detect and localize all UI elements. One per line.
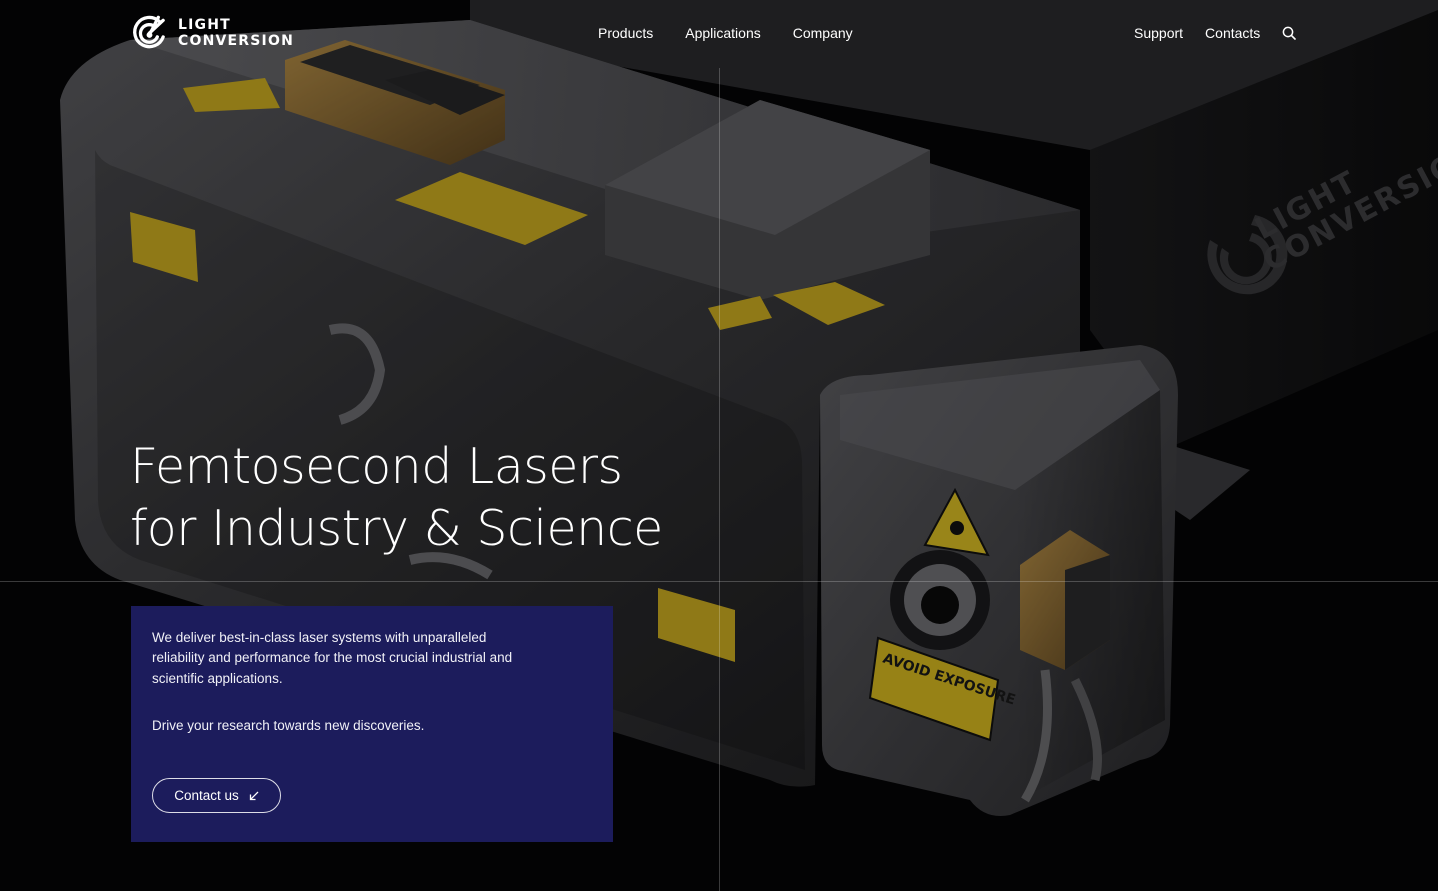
hero-title-line1: Femtosecond Lasers [130,438,623,495]
hero-title: Femtosecond Lasers for Industry & Scienc… [130,436,663,560]
contact-us-label: Contact us [174,788,239,803]
nav-products[interactable]: Products [598,24,653,42]
primary-nav: Products Applications Company [598,24,885,42]
logo-text-line1: LIGHT [178,17,231,33]
intro-card: We deliver best-in-class laser systems w… [131,606,613,842]
nav-contacts[interactable]: Contacts [1205,24,1260,42]
brand-logo[interactable]: LIGHT CONVERSION [130,13,294,53]
nav-applications[interactable]: Applications [685,24,761,42]
horizontal-guide-line [0,581,1438,582]
secondary-nav: Support Contacts [1134,24,1298,42]
site-header: LIGHT CONVERSION Products Applications C… [0,0,1438,66]
tagline-text: Drive your research towards new discover… [152,717,425,733]
intro-text: We deliver best-in-class laser systems w… [152,630,513,686]
hero-title-line2: for Industry & Science [130,500,663,557]
search-icon [1282,26,1297,40]
logo-mark-icon [133,15,165,49]
logo-text-line2: CONVERSION [178,33,294,49]
vertical-guide-line [719,68,720,891]
hero-section: LIGHT CONVERSION AVOID EXPOSURE LIGHT CO… [0,0,1438,891]
nav-company[interactable]: Company [793,24,853,42]
contact-us-button[interactable]: Contact us [152,778,281,813]
nav-support[interactable]: Support [1134,24,1183,42]
arrow-down-left-icon [249,791,259,800]
search-button[interactable] [1282,24,1298,42]
